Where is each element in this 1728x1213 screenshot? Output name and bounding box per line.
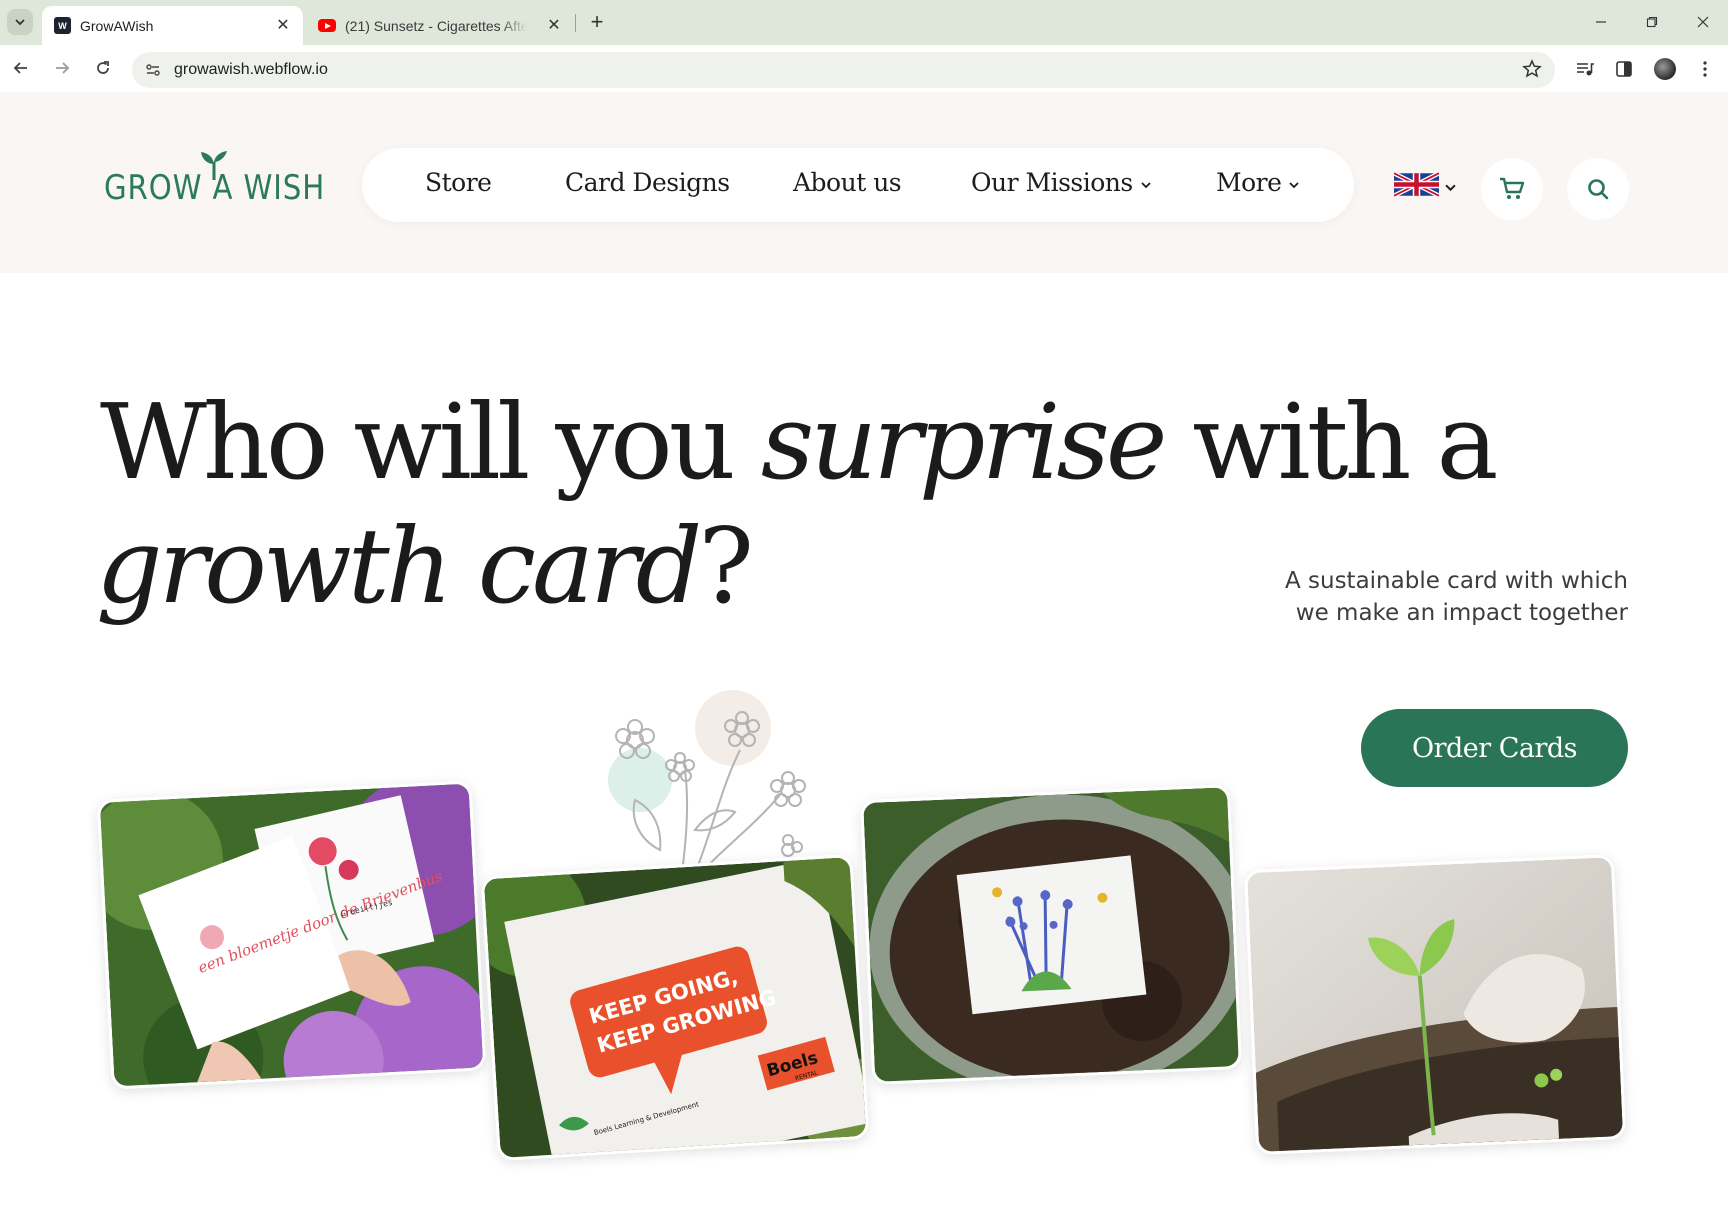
nav-about-label: About us [793,168,902,197]
arrow-right-icon [56,62,70,74]
reload-button[interactable] [88,53,118,83]
hero-title-part2: with a [1163,381,1498,503]
browser-tab-active[interactable]: W GrowAWish ✕ [42,6,303,45]
browser-menu-button[interactable] [1692,56,1718,82]
order-cards-label: Order Cards [1411,732,1578,764]
hero-title-part1: Who will you [100,381,761,503]
search-button[interactable] [1567,158,1629,220]
chevron-down-icon [1289,181,1300,188]
hero-title-italic1: surprise [760,381,1168,503]
logo[interactable]: GROW A WISH [104,151,324,214]
product-photo-card[interactable] [1243,854,1627,1155]
side-panel-icon [1616,61,1632,77]
reload-icon [97,61,109,74]
hero-tagline: A sustainable card with which we make an… [1188,565,1628,629]
tagline-line2: we make an impact together [1295,600,1628,626]
media-queue-icon [1577,63,1594,76]
cart-icon [1500,177,1525,199]
nav-store-label: Store [425,168,492,197]
nav-card-designs-label: Card Designs [565,168,730,197]
back-button[interactable] [6,53,36,83]
nav-more-label: More [1216,168,1282,197]
more-vertical-icon [1703,61,1707,77]
order-cards-button[interactable]: Order Cards [1361,709,1628,787]
restore-button[interactable] [1637,8,1667,36]
browser-tab-bar: W GrowAWish ✕ (21) Sunsetz - Cigarettes … [0,0,1728,45]
hero-title: Who will you surprise with a growth card… [96,390,1499,618]
browser-toolbar: growawish.webflow.io [0,45,1728,92]
minimize-icon [1596,21,1606,23]
nav-more[interactable]: More [1216,168,1300,197]
close-icon[interactable]: ✕ [273,15,293,35]
product-photo-card[interactable]: een bloemetje door de Brievenbus Groei(t… [96,780,487,1090]
url-text: growawish.webflow.io [174,61,328,78]
minimize-button[interactable] [1586,8,1616,36]
hero-title-line2: growth card? [96,514,754,618]
browser-tab[interactable]: (21) Sunsetz - Cigarettes After Sex ✕ [306,6,574,45]
cart-button[interactable] [1481,158,1543,220]
tab-title: (21) Sunsetz - Cigarettes After Sex [345,17,527,34]
product-photo-card[interactable]: KEEP GOING, KEEP GROWING Boels RENTAL Bo… [480,853,870,1162]
side-panel-button[interactable] [1611,56,1637,82]
nav-our-missions[interactable]: Our Missions [971,168,1151,197]
address-bar[interactable]: growawish.webflow.io [132,52,1555,88]
youtube-icon [318,19,336,32]
site-settings-icon[interactable] [144,61,162,79]
tab-search-button[interactable] [7,9,33,35]
flower-card-photo: een bloemetje door de Brievenbus Groei(t… [99,783,487,1090]
logo-text: GROW A WISH [104,168,326,208]
hero-title-end: ? [698,505,754,627]
hero-title-italic2: growth card [96,505,702,627]
lavender-card-photo [863,786,1243,1085]
keep-growing-card-photo: KEEP GOING, KEEP GROWING Boels RENTAL Bo… [483,856,870,1162]
close-icon[interactable]: ✕ [544,15,564,35]
tab-title: GrowAWish [80,17,154,34]
close-window-button[interactable] [1688,8,1718,36]
search-icon [1588,179,1609,200]
site-header: GROW A WISH Store Card Designs About us … [0,92,1728,273]
webflow-icon: W [54,17,71,34]
product-photo-card[interactable] [859,784,1243,1085]
tagline-line1: A sustainable card with which [1284,568,1628,594]
sprout-pot-photo [1247,856,1627,1155]
nav-card-designs[interactable]: Card Designs [565,168,730,197]
forward-button[interactable] [47,53,77,83]
main-nav: Store Card Designs About us Our Missions… [362,148,1354,222]
close-icon [1697,16,1709,28]
language-selector[interactable] [1394,172,1456,197]
chevron-down-icon [1445,184,1456,192]
nav-missions-label: Our Missions [971,168,1133,197]
nav-store[interactable]: Store [425,168,492,197]
chevron-down-icon [15,19,25,26]
tab-divider [575,14,576,32]
arrow-left-icon [13,62,27,74]
media-control-button[interactable] [1572,56,1598,82]
restore-icon [1646,16,1658,28]
profile-button[interactable] [1652,56,1678,82]
nav-about-us[interactable]: About us [793,168,902,197]
new-tab-button[interactable]: + [584,9,610,35]
avatar [1654,58,1676,80]
uk-flag-icon [1394,172,1439,197]
chevron-down-icon [1141,181,1151,188]
bookmark-star-icon[interactable] [1521,58,1543,80]
